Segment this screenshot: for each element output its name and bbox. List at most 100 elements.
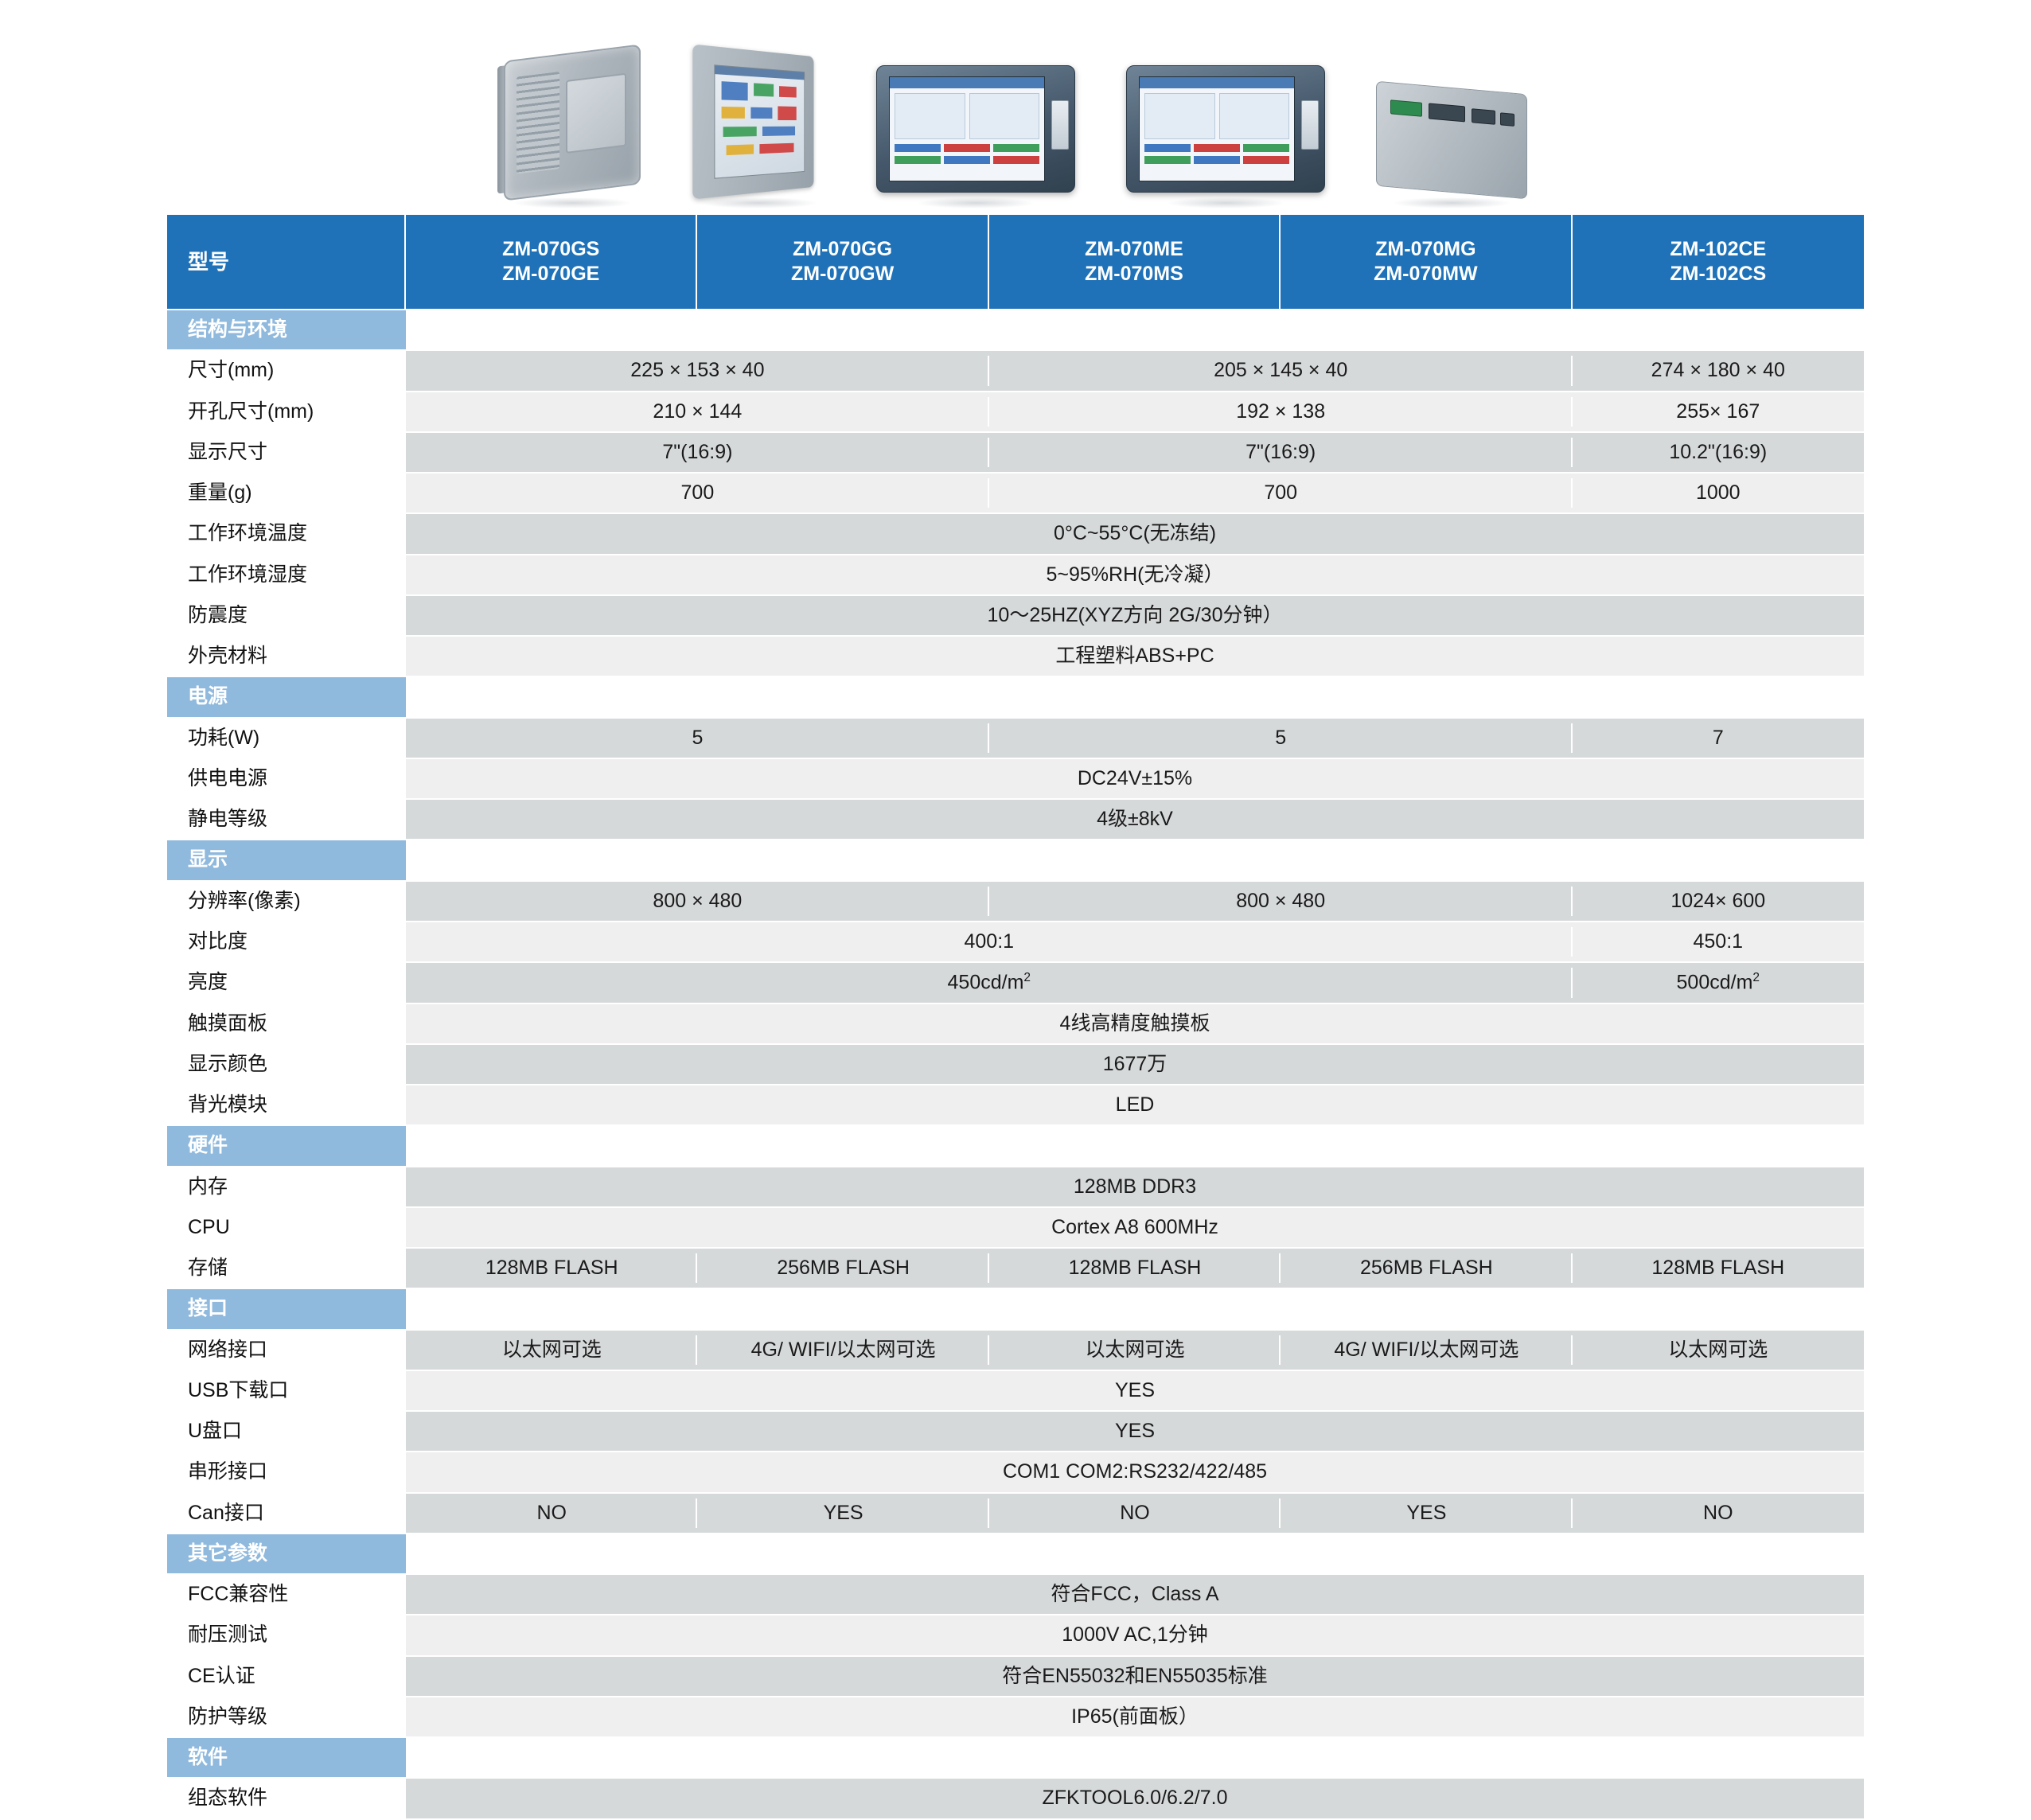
specification-table: 型号 ZM-070GS ZM-070GE ZM-070GG ZM-070GW ZM-07… [167,213,1864,1820]
spec-value: 4级±8kV [406,800,1864,840]
image-shadow [916,197,1035,209]
row-label: 内存 [167,1167,406,1206]
spec-value: 10.2"(16:9) [1572,432,1864,472]
spec-value: 700 [988,474,1573,513]
row-label: 分辨率(像素) [167,881,406,921]
spec-value: 1000 [1572,474,1864,513]
spec-value: YES [406,1412,1864,1452]
spec-value: 4G/ WIFI/以太网可选 [1281,1330,1573,1370]
row-label: 对比度 [167,922,406,961]
table-row: Can接口 NO YES NO YES NO [167,1493,1864,1533]
row-label: 显示尺寸 [167,432,406,472]
table-row: 显示颜色 1677万 [167,1044,1864,1085]
spec-value: 以太网可选 [1572,1330,1864,1370]
model-header-col-3: ZM-070ME ZM-070MS [988,215,1281,309]
row-label: FCC兼容性 [167,1575,406,1615]
header-label-model: 型号 [167,215,406,309]
spec-value: NO [406,1493,698,1533]
section-title: 其它参数 [167,1534,406,1574]
image-shadow [1392,197,1511,209]
hmi-rear-three-quarter-grey-icon [497,44,641,201]
spec-value: 400:1 [406,922,1573,961]
hmi-left-three-quarter-screen-icon [692,44,825,200]
row-label: 耐压测试 [167,1615,406,1655]
table-row: 供电电源 DC24V±15% [167,758,1864,798]
spec-value: 以太网可选 [406,1330,698,1370]
table-row: CPU Cortex A8 600MHz [167,1207,1864,1248]
table-row: 外壳材料 工程塑料ABS+PC [167,637,1864,676]
product-image-front-a [876,65,1075,209]
row-label: 背光模块 [167,1085,406,1125]
section-row: 软件 [167,1738,1864,1778]
model-header-col-2: ZM-070GG ZM-070GW [697,215,989,309]
table-row: 工作环境湿度 5~95%RH(无冷凝） [167,555,1864,594]
table-row: 触摸面板 4线高精度触摸板 [167,1004,1864,1043]
row-label: 外壳材料 [167,637,406,676]
section-row: 接口 [167,1289,1864,1329]
row-label: U盘口 [167,1412,406,1452]
row-label: 防护等级 [167,1697,406,1737]
spec-value: 0°C~55°C(无冻结) [406,514,1864,554]
section-spacer [406,310,1864,350]
row-label: 供电电源 [167,758,406,798]
spec-value: 符合FCC，Class A [406,1575,1864,1615]
spec-value: 5 [406,718,989,758]
section-spacer [406,1534,1864,1574]
spec-value: 255× 167 [1572,392,1864,431]
spec-value: 10～25HZ(XYZ方向 2G/30分钟） [406,595,1864,635]
product-image-strip [0,0,2031,213]
spec-value: 128MB DDR3 [406,1167,1864,1206]
row-label: USB下载口 [167,1370,406,1411]
spec-value: 4线高精度触摸板 [406,1004,1864,1043]
spec-value: DC24V±15% [406,758,1864,798]
image-shadow [1166,197,1285,209]
table-row: 开孔尺寸(mm) 210 × 144 192 × 138 255× 167 [167,392,1864,431]
model-name-secondary: ZM-070MW [1374,263,1478,285]
table-row: CE认证 符合EN55032和EN55035标准 [167,1656,1864,1696]
table-row: 防护等级 IP65(前面板） [167,1697,1864,1737]
table-row: 背光模块 LED [167,1085,1864,1125]
row-label: 功耗(W) [167,718,406,758]
spec-value: COM1 COM2:RS232/422/485 [406,1452,1864,1492]
spec-value: 符合EN55032和EN55035标准 [406,1656,1864,1696]
table-row: 对比度 400:1 450:1 [167,922,1864,961]
table-row: 串形接口 COM1 COM2:RS232/422/485 [167,1452,1864,1492]
section-title: 接口 [167,1289,406,1329]
spec-value: 1000V AC,1分钟 [406,1615,1864,1655]
model-name-secondary: ZM-070GW [790,263,895,285]
section-row: 显示 [167,840,1864,880]
spec-value: YES [697,1493,990,1533]
spec-value: IP65(前面板） [406,1697,1864,1737]
spec-value: 7"(16:9) [988,432,1573,472]
model-name-primary: ZM-070GG [793,237,893,260]
section-title: 硬件 [167,1126,406,1166]
spec-value: 256MB FLASH [1281,1249,1573,1288]
product-image-rear-ports [1376,80,1527,209]
spec-value: 128MB FLASH [988,1249,1281,1288]
table-row: U盘口 YES [167,1412,1864,1452]
table-row: 存储 128MB FLASH 256MB FLASH 128MB FLASH 256MB… [167,1249,1864,1288]
model-header-col-4: ZM-070MG ZM-070MW [1281,215,1573,309]
spec-value: 450cd/m2 [406,963,1573,1003]
section-spacer [406,840,1864,880]
model-name-primary: ZM-102CE [1670,237,1767,260]
model-name-secondary: ZM-070MS [1085,263,1183,285]
product-image-front-b [1126,65,1325,209]
hmi-rear-ports-icon [1376,80,1527,200]
spec-value: 7 [1572,718,1864,758]
table-row: 内存 128MB DDR3 [167,1167,1864,1206]
row-label: Can接口 [167,1493,406,1533]
table-row: 耐压测试 1000V AC,1分钟 [167,1615,1864,1655]
row-label: 静电等级 [167,800,406,840]
model-name-secondary: ZM-070GE [502,263,600,285]
spec-value: 256MB FLASH [697,1249,990,1288]
table-row: 组态软件 ZFKTOOL6.0/6.2/7.0 [167,1779,1864,1818]
product-image-left-three-quarter [692,44,825,209]
row-label: CE认证 [167,1656,406,1696]
table-row: 亮度 450cd/m2 500cd/m2 [167,963,1864,1003]
product-image-rear-three-quarter [497,44,641,209]
section-row: 其它参数 [167,1534,1864,1574]
row-label: 亮度 [167,963,406,1003]
spec-value: 5 [988,718,1573,758]
section-title: 软件 [167,1738,406,1778]
